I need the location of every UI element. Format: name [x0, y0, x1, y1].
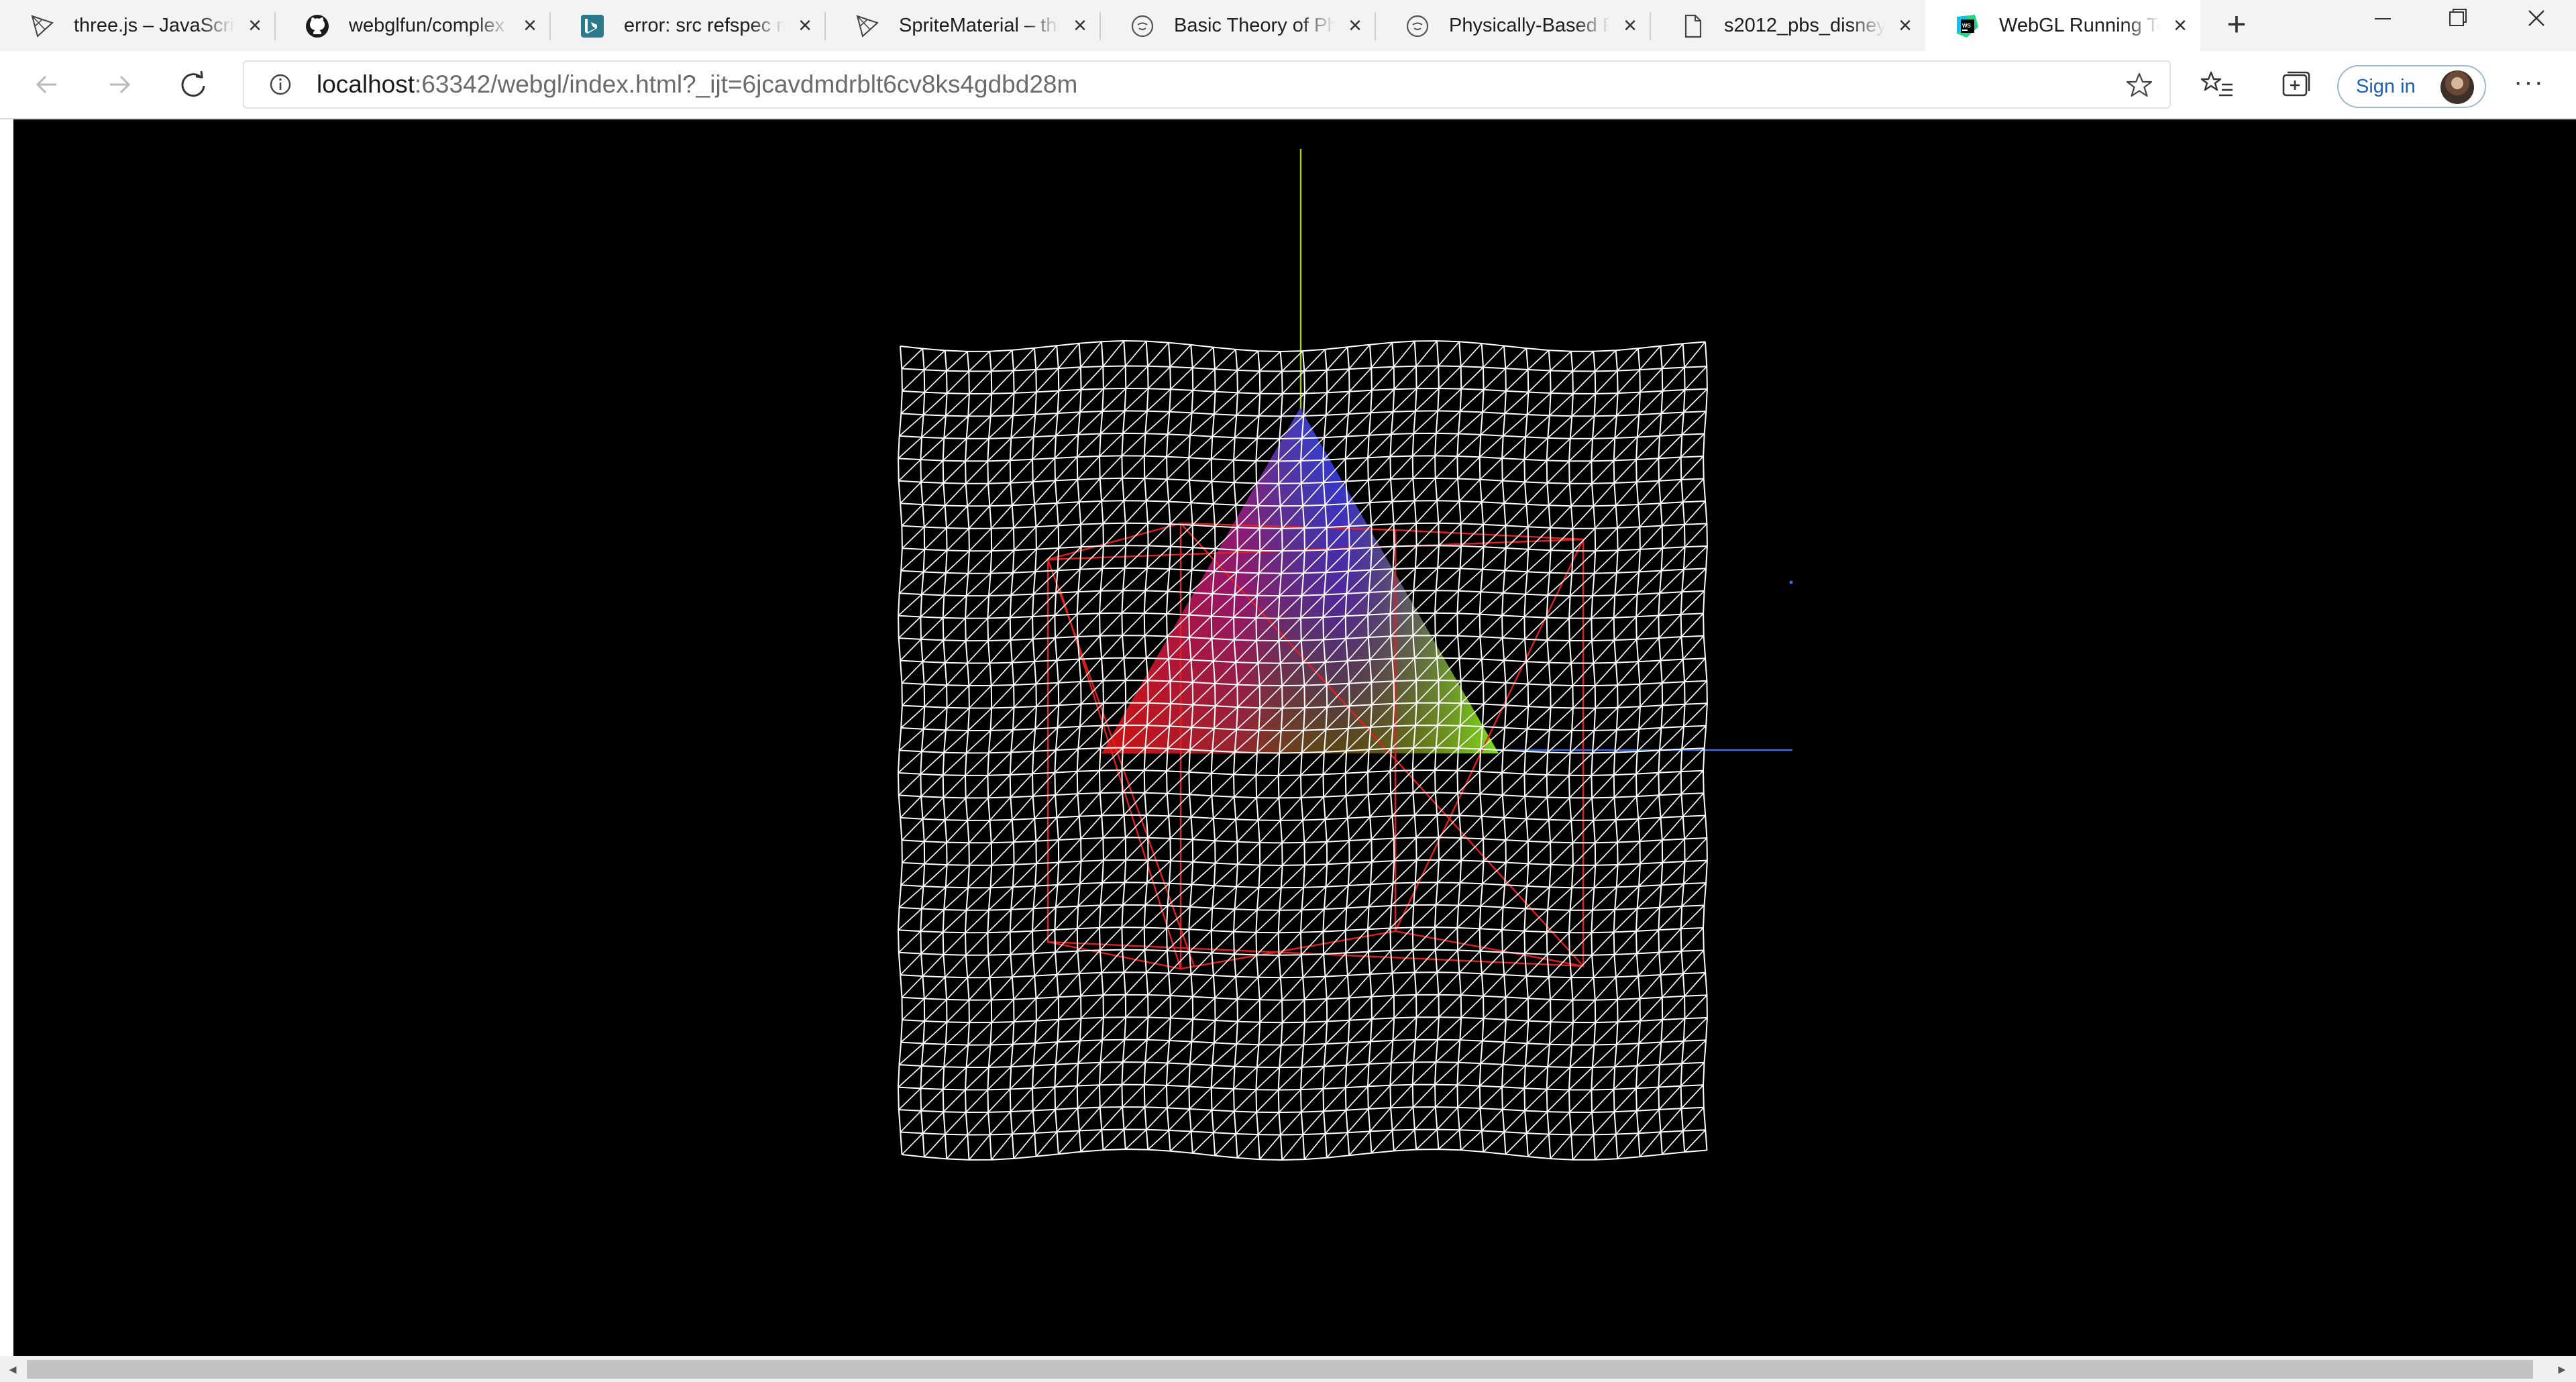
webgl-canvas[interactable] — [13, 119, 2576, 1356]
info-icon[interactable] — [267, 71, 294, 98]
restore-icon — [2449, 9, 2467, 26]
grid-column-line — [1591, 351, 1597, 1160]
grid-column-line — [1232, 349, 1238, 1158]
settings-more-button[interactable]: ··· — [2508, 63, 2551, 106]
minimize-icon — [2375, 18, 2391, 19]
minimize-button[interactable] — [2347, 0, 2420, 40]
url-path: :63342/webgl/index.html?_ijt=6jcavdmdrbl… — [415, 70, 1078, 98]
tab-title: WebGL Running Test — [1999, 15, 2160, 36]
collections-button[interactable] — [2274, 63, 2317, 106]
grid-column-line — [987, 351, 993, 1160]
address-bar[interactable]: localhost:63342/webgl/index.html?_ijt=6j… — [243, 60, 2171, 109]
browser-tab-5[interactable]: Basic Theory of Physically × — [1100, 0, 1375, 51]
close-icon — [2528, 10, 2544, 26]
sign-in-button[interactable]: Sign in — [2337, 65, 2486, 108]
tab-separator — [824, 12, 826, 40]
grid-column-line — [1702, 341, 1708, 1151]
back-arrow-icon — [36, 75, 56, 94]
tab-close-button[interactable]: × — [1619, 14, 1641, 37]
new-tab-button[interactable]: + — [2222, 7, 2251, 41]
tab-title: SpriteMaterial – three.js docs — [899, 15, 1060, 36]
tab-title: three.js – JavaScript 3D Library — [74, 15, 235, 36]
browser-tab-1[interactable]: three.js – JavaScript 3D Library × — [0, 0, 275, 51]
url-host: localhost — [317, 70, 415, 98]
webgl-scene[interactable] — [13, 119, 2576, 1356]
svg-text:WS: WS — [1962, 23, 1972, 29]
browser-tab-7[interactable]: s2012_pbs_disney × — [1650, 0, 1925, 51]
scroll-left-arrow[interactable]: ◂ — [0, 1356, 25, 1382]
tab-title: error: src refspec main — [624, 15, 785, 36]
address-bar-row: localhost:63342/webgl/index.html?_ijt=6j… — [0, 51, 2576, 119]
tab-close-button[interactable]: × — [1344, 14, 1366, 37]
url-text[interactable]: localhost:63342/webgl/index.html?_ijt=6j… — [317, 62, 1077, 107]
tab-close-button[interactable]: × — [794, 14, 816, 37]
box-edge-1 — [1047, 522, 1181, 561]
grid-column-line — [964, 351, 970, 1160]
threejs-icon — [30, 13, 55, 39]
github-icon — [305, 13, 330, 39]
tab-title: webglfun/complex — [349, 15, 505, 36]
box-edge-4 — [1047, 941, 1181, 970]
grid-row-line — [900, 339, 1706, 353]
favorites-list-icon — [2200, 71, 2233, 97]
grid-column-line — [1255, 351, 1261, 1160]
refresh-icon — [181, 70, 205, 97]
tab-title: s2012_pbs_disney — [1724, 15, 1885, 36]
avatar — [2440, 70, 2474, 104]
document-icon — [1680, 13, 1705, 39]
browser-tab-6[interactable]: Physically-Based Rendering × — [1375, 0, 1650, 51]
sign-in-label: Sign in — [2356, 76, 2416, 97]
refresh-button[interactable] — [172, 63, 215, 106]
browser-tab-8[interactable]: WS WebGL Running Test × — [1925, 0, 2200, 51]
tab-close-button[interactable]: × — [1894, 14, 1916, 37]
tab-close-button[interactable]: × — [2169, 14, 2191, 37]
scrollbar-thumb[interactable] — [27, 1360, 2533, 1379]
grid-column-line — [1613, 350, 1619, 1159]
bing-icon — [580, 13, 605, 39]
tab-close-button[interactable]: × — [519, 14, 541, 37]
tab-close-button[interactable]: × — [244, 14, 266, 37]
tab-separator — [549, 12, 551, 40]
tab-separator — [1099, 12, 1101, 40]
forward-arrow-icon — [110, 75, 131, 94]
tab-strip: three.js – JavaScript 3D Library × webgl… — [0, 0, 2576, 51]
threejs-icon — [855, 13, 880, 39]
tab-title: Basic Theory of Physically — [1174, 15, 1335, 36]
tab-close-button[interactable]: × — [1069, 14, 1091, 37]
tab-separator — [1375, 12, 1376, 40]
scroll-right-arrow[interactable]: ▸ — [2549, 1356, 2575, 1382]
restore-button[interactable] — [2420, 0, 2494, 40]
tab-separator — [1650, 12, 1651, 40]
reading-icon — [1405, 13, 1430, 39]
browser-tab-2[interactable]: webglfun/complex × — [275, 0, 550, 51]
window-close-button[interactable] — [2500, 0, 2573, 40]
grid-column-line — [920, 348, 926, 1157]
horizontal-scrollbar[interactable]: ◂ ▸ — [0, 1356, 2576, 1382]
favorite-star-icon[interactable] — [2125, 71, 2153, 99]
grid-column-line — [1009, 350, 1015, 1159]
browser-tab-3[interactable]: error: src refspec main × — [550, 0, 825, 51]
reading-icon — [1130, 13, 1155, 39]
blue-point-marker — [1789, 580, 1793, 584]
webstorm-icon: WS — [1955, 13, 1980, 39]
tab-separator — [274, 12, 276, 40]
tab-title: Physically-Based Rendering — [1449, 15, 1610, 36]
back-button[interactable] — [25, 63, 68, 106]
grid-column-line — [1568, 351, 1574, 1160]
browser-tab-4[interactable]: SpriteMaterial – three.js docs × — [825, 0, 1100, 51]
favorites-button[interactable] — [2196, 63, 2239, 106]
grid-column-line — [1546, 350, 1552, 1159]
grid-column-line — [942, 350, 948, 1159]
forward-button[interactable] — [98, 63, 141, 106]
box-edge-3 — [1395, 930, 1584, 967]
collections-icon — [2282, 71, 2310, 97]
